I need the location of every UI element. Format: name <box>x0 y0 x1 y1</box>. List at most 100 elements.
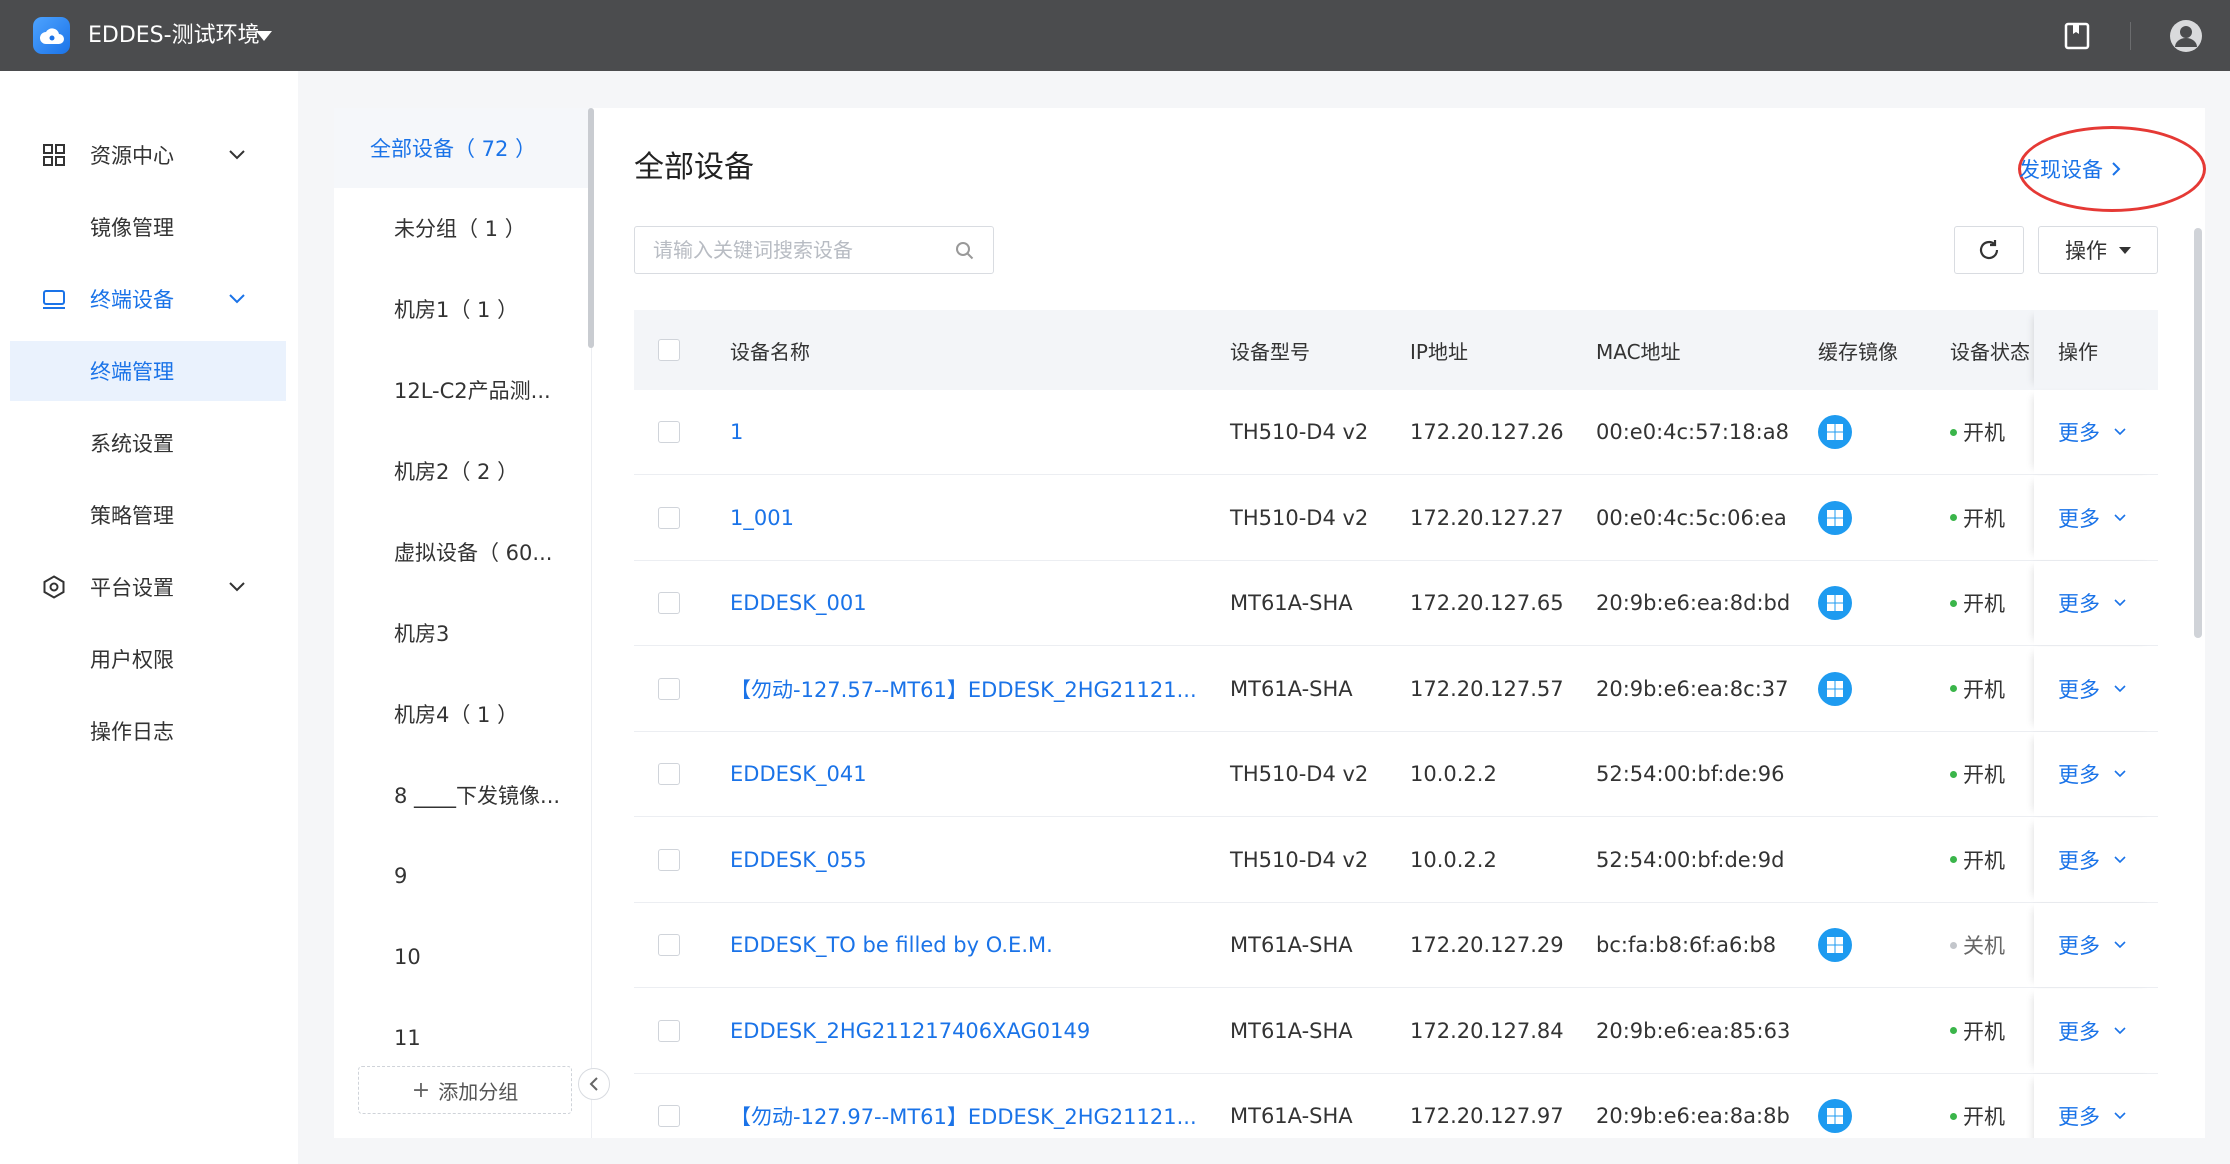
more-dropdown[interactable]: 更多 <box>2058 845 2126 875</box>
search-icon[interactable] <box>955 241 975 261</box>
group-item[interactable]: 机房4（ 1 ） <box>334 674 592 754</box>
more-dropdown[interactable]: 更多 <box>2058 417 2126 447</box>
status-dot-icon <box>1950 1112 1957 1120</box>
status-dot-icon <box>1950 514 1957 521</box>
more-dropdown[interactable]: 更多 <box>2058 1016 2126 1046</box>
windows-icon <box>1818 415 1852 449</box>
add-group-button[interactable]: + 添加分组 <box>358 1066 572 1114</box>
more-dropdown[interactable]: 更多 <box>2058 759 2126 789</box>
nav-item-policy-management[interactable]: 策略管理 <box>10 485 286 545</box>
nav-group-resource-center[interactable]: 资源中心 <box>10 125 286 185</box>
device-ip: 172.20.127.97 <box>1410 1104 1564 1128</box>
nav-item-image-management[interactable]: 镜像管理 <box>10 197 286 257</box>
row-checkbox[interactable] <box>658 1019 680 1042</box>
device-name-link[interactable]: 【勿动-127.57--MT61】EDDESK_2HG21121... <box>730 674 1197 704</box>
collapse-panel-button[interactable] <box>578 1068 610 1100</box>
status-label: 开机 <box>1963 1019 2005 1044</box>
group-item[interactable]: 未分组（ 1 ） <box>334 188 592 268</box>
row-checkbox[interactable] <box>658 421 680 443</box>
operations-dropdown-button[interactable]: 操作 <box>2038 226 2158 274</box>
chevron-down-icon <box>2114 855 2126 863</box>
chevron-down-icon <box>229 150 245 160</box>
device-ip: 172.20.127.27 <box>1410 505 1564 530</box>
header-ip: IP地址 <box>1410 339 1468 364</box>
nav-group-platform-settings[interactable]: 平台设置 <box>10 557 286 617</box>
more-label: 更多 <box>2058 848 2100 873</box>
discover-devices-label: 发现设备 <box>2019 158 2103 182</box>
device-name-link[interactable]: EDDESK_055 <box>730 848 867 872</box>
device-name-link[interactable]: 1_001 <box>730 506 794 530</box>
device-name-link[interactable]: EDDESK_2HG211217406XAG0149 <box>730 1019 1090 1043</box>
row-checkbox[interactable] <box>658 848 680 871</box>
device-mac: 00:e0:4c:5c:06:ea <box>1596 505 1787 530</box>
status-label: 开机 <box>1963 677 2005 702</box>
environment-title[interactable]: EDDES-测试环境 <box>88 21 260 51</box>
more-dropdown[interactable]: 更多 <box>2058 674 2126 704</box>
table-row: 1 TH510-D4 v2 172.20.127.26 00:e0:4c:57:18:… <box>634 390 2158 475</box>
status-label: 开机 <box>1963 592 2005 616</box>
more-label: 更多 <box>2058 592 2100 616</box>
nav-item-label: 终端管理 <box>90 360 174 384</box>
book-icon[interactable] <box>2064 22 2090 50</box>
device-name-link[interactable]: 1 <box>730 420 743 444</box>
group-item[interactable]: 8 ____下发镜像... <box>334 755 592 835</box>
group-item[interactable]: 12L-C2产品测... <box>334 350 592 430</box>
device-mac: 52:54:00:bf:de:96 <box>1596 762 1785 786</box>
left-navigation: 资源中心 镜像管理 终端设备 终端管理 系统设置 策略管理 平台设置 用户权限 … <box>0 71 298 1164</box>
row-select-cell <box>658 390 680 474</box>
select-all-checkbox[interactable] <box>658 339 680 361</box>
row-checkbox[interactable] <box>658 592 680 614</box>
cloud-logo-icon[interactable] <box>33 17 70 54</box>
group-item[interactable]: 机房2（ 2 ） <box>334 431 592 511</box>
device-name-link[interactable]: EDDESK_041 <box>730 762 867 786</box>
row-select-cell <box>658 732 680 816</box>
status-label: 开机 <box>1963 421 2005 445</box>
content-scrollbar[interactable] <box>2194 228 2202 638</box>
user-avatar-icon[interactable] <box>2170 20 2202 52</box>
group-panel-scrollbar[interactable] <box>588 108 594 348</box>
group-item[interactable]: 9 <box>334 836 592 916</box>
group-item[interactable]: 机房3 <box>334 593 592 673</box>
table-row: 1_001 TH510-D4 v2 172.20.127.27 00:e0:4c:5c… <box>634 475 2158 561</box>
device-name-cell: 【勿动-127.97--MT61】EDDESK_2HG21121... <box>730 1074 1200 1138</box>
nav-group-terminal-devices[interactable]: 终端设备 <box>10 269 286 329</box>
row-checkbox[interactable] <box>658 934 680 956</box>
more-dropdown[interactable]: 更多 <box>2058 503 2126 533</box>
row-checkbox[interactable] <box>658 763 680 785</box>
group-item[interactable]: 机房1（ 1 ） <box>334 269 592 349</box>
device-mac: 20:9b:e6:ea:8d:bd <box>1596 591 1791 615</box>
more-dropdown[interactable]: 更多 <box>2058 1101 2126 1131</box>
chevron-down-icon <box>2114 684 2126 692</box>
device-name-link[interactable]: EDDESK_001 <box>730 591 867 615</box>
windows-icon <box>1818 586 1852 620</box>
group-item[interactable]: 10 <box>334 917 592 997</box>
row-checkbox[interactable] <box>658 677 680 700</box>
device-status: 开机 <box>1950 561 2005 645</box>
nav-item-system-settings[interactable]: 系统设置 <box>10 413 286 473</box>
group-item[interactable]: 虚拟设备（ 60... <box>334 512 592 592</box>
row-operations-cell: 更多 <box>2034 817 2158 902</box>
refresh-button[interactable] <box>1954 226 2024 274</box>
group-item-all[interactable]: 全部设备（ 72 ） <box>334 108 592 188</box>
device-model: TH510-D4 v2 <box>1230 420 1369 444</box>
top-bar: EDDES-测试环境 <box>0 0 2230 71</box>
more-dropdown[interactable]: 更多 <box>2058 930 2126 960</box>
nav-item-user-permissions[interactable]: 用户权限 <box>10 629 286 689</box>
device-name-link[interactable]: EDDESK_TO be filled by O.E.M. <box>730 933 1053 957</box>
device-mac: 52:54:00:bf:de:9d <box>1596 847 1785 872</box>
device-ip: 172.20.127.29 <box>1410 933 1564 957</box>
chevron-down-icon <box>229 294 245 304</box>
device-name-link[interactable]: 【勿动-127.97--MT61】EDDESK_2HG21121... <box>730 1101 1197 1131</box>
cached-image-cell <box>1818 390 1852 474</box>
more-dropdown[interactable]: 更多 <box>2058 588 2126 618</box>
row-checkbox[interactable] <box>658 506 680 529</box>
environment-dropdown-icon[interactable] <box>256 31 272 41</box>
device-mac: 20:9b:e6:ea:8a:8b <box>1596 1104 1790 1128</box>
nav-item-operation-log[interactable]: 操作日志 <box>10 701 286 761</box>
search-input[interactable] <box>635 227 945 273</box>
row-checkbox[interactable] <box>658 1105 680 1127</box>
device-status: 关机 <box>1950 903 2005 987</box>
nav-item-terminal-management[interactable]: 终端管理 <box>10 341 286 401</box>
discover-devices-link[interactable]: 发现设备 <box>2019 154 2121 184</box>
device-status: 开机 <box>1950 390 2005 474</box>
